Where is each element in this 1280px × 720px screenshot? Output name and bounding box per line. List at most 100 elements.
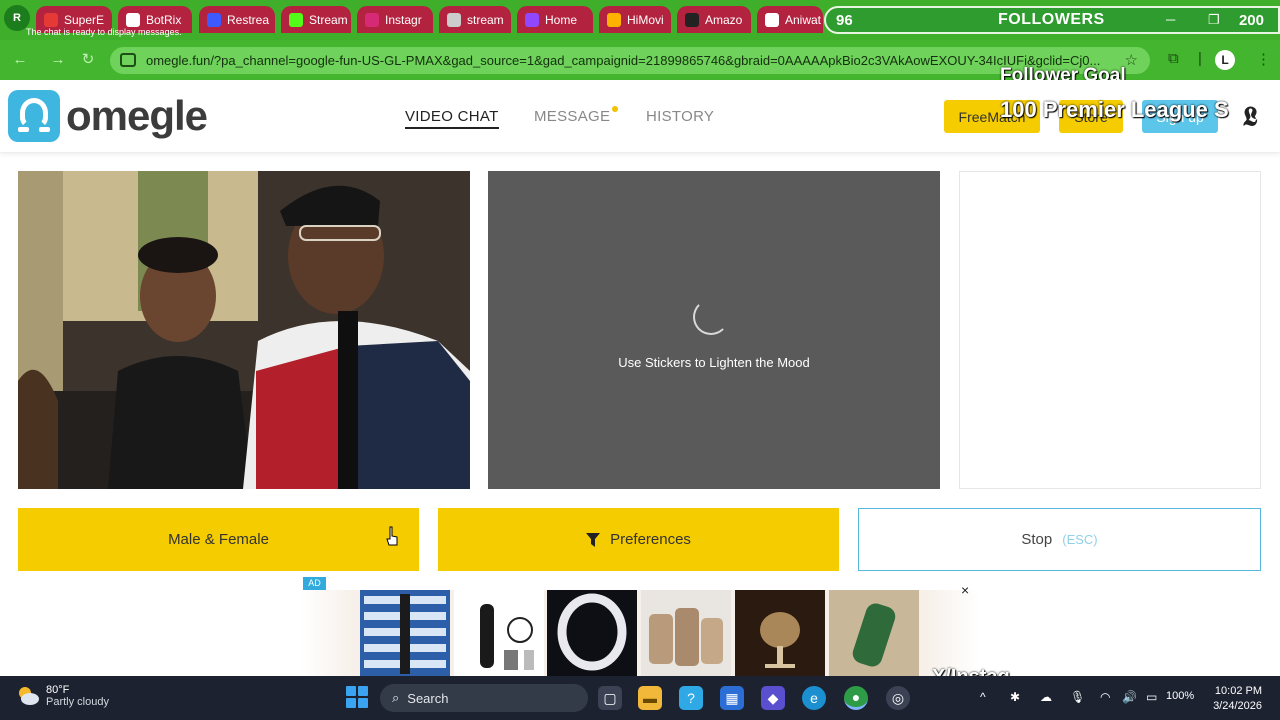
omega-logo-icon <box>8 90 60 142</box>
nav-history[interactable]: HISTORY <box>646 108 714 125</box>
ad-product-trimmer[interactable] <box>454 590 544 676</box>
user-menu-icon[interactable]: 𝕷 <box>1243 102 1258 133</box>
browser-tab[interactable]: Stream <box>281 6 351 33</box>
taskbar-search[interactable]: ⌕ Search <box>380 684 588 712</box>
tray-cloud-icon[interactable]: ☁ <box>1040 690 1052 704</box>
file-explorer-icon[interactable]: ▬ <box>638 686 662 710</box>
url-text: omegle.fun/?pa_channel=google-fun-US-GL-… <box>146 53 1101 68</box>
browser-tab-label: Amazo <box>705 12 743 27</box>
chrome-icon[interactable]: ● <box>844 686 868 710</box>
browser-tab[interactable]: Amazo <box>677 6 751 33</box>
bookmark-star-icon[interactable]: ☆ <box>1125 51 1138 69</box>
weather-widget[interactable]: 80°F Partly cloudy <box>16 684 109 708</box>
tray-app-icon[interactable]: ✱ <box>1010 690 1020 704</box>
help-icon[interactable]: ? <box>679 686 703 710</box>
kick-icon <box>289 12 303 27</box>
instagram-icon <box>365 12 379 27</box>
browser-tab[interactable]: Instagr <box>357 6 433 33</box>
obs-icon[interactable]: ◎ <box>886 686 910 710</box>
browser-tab-label: BotRix <box>146 12 182 27</box>
browser-tab-label: HiMovi <box>627 12 664 27</box>
ad-product-lighter[interactable] <box>829 590 919 676</box>
youtube-icon <box>44 12 58 27</box>
browser-tab-label: Aniwat <box>785 12 822 27</box>
microphone-icon[interactable]: 🎙 <box>1070 690 1085 704</box>
amazon-icon <box>685 12 699 27</box>
battery-percent: 100% <box>1166 690 1195 702</box>
browser-tab-label: stream <box>467 12 504 27</box>
ad-product-razors[interactable] <box>360 590 450 676</box>
browser-tab[interactable]: Restrea <box>199 6 275 33</box>
reload-icon[interactable]: ↻ <box>78 50 98 70</box>
browser-tab[interactable]: Aniwat <box>757 6 823 33</box>
ad-product-chain[interactable] <box>547 590 637 676</box>
mouse-pointer-icon <box>386 526 398 546</box>
followers-current-count: 96 <box>836 11 853 29</box>
restream-icon <box>207 12 221 27</box>
stop-button[interactable]: Stop (ESC) <box>858 508 1261 571</box>
taskbar-clock[interactable]: 10:02 PM 3/24/2026 <box>1198 684 1262 714</box>
logo-wordmark: omegle <box>66 92 208 139</box>
preferences-label: Preferences <box>610 531 691 548</box>
clock-date: 3/24/2026 <box>1213 700 1262 712</box>
restore-icon[interactable]: ❐ <box>1208 12 1220 28</box>
omegle-logo[interactable]: omegle <box>8 90 208 142</box>
extensions-icon[interactable]: ⧉ <box>1168 50 1179 67</box>
gender-filter-button[interactable]: Male & Female <box>18 508 419 571</box>
menu-kebab-icon[interactable]: ⋮ <box>1256 50 1271 68</box>
toolbar-divider: | <box>1198 50 1202 67</box>
tray-overflow-icon[interactable]: ^ <box>980 690 986 704</box>
browser-tab-label: Home <box>545 12 578 27</box>
browser-tab-label: Instagr <box>385 12 422 27</box>
windows-start-icon[interactable] <box>346 686 368 708</box>
partly-cloudy-icon <box>16 684 40 708</box>
browser-tab-label: SuperE <box>64 12 105 27</box>
ad-close-icon[interactable]: × <box>961 582 969 598</box>
site-info-icon[interactable] <box>120 53 136 67</box>
battery-icon[interactable]: ▭ <box>1146 690 1157 704</box>
aniwatch-icon <box>765 12 779 27</box>
browser-tab[interactable]: Home <box>517 6 593 33</box>
browser-tab-strip: R SuperE BotRix Restrea Stream Instagr stream… <box>0 0 1280 40</box>
sticker-hint-text: Use Stickers to Lighten the Mood <box>618 355 810 370</box>
message-notification-dot <box>612 106 618 112</box>
chat-side-panel <box>959 171 1261 489</box>
botrix-icon <box>126 12 140 27</box>
loading-spinner-icon <box>693 299 729 335</box>
self-camera-feed <box>18 171 470 489</box>
twitch-icon <box>525 12 539 27</box>
forward-arrow-icon[interactable]: → <box>48 50 68 70</box>
nav-message[interactable]: MESSAGE <box>534 108 610 125</box>
browser-tab[interactable]: stream <box>439 6 511 33</box>
ad-product-jars[interactable] <box>641 590 731 676</box>
play-icon <box>607 12 621 27</box>
chat-overlay-note: The chat is ready to display messages. <box>26 27 182 37</box>
address-bar[interactable]: omegle.fun/?pa_channel=google-fun-US-GL-… <box>110 47 1150 74</box>
profile-avatar-icon[interactable]: L <box>1215 50 1235 70</box>
back-arrow-icon[interactable]: ← <box>10 50 30 70</box>
followers-label: FOLLOWERS <box>998 11 1105 28</box>
ad-product-glass[interactable] <box>735 590 825 676</box>
volume-icon[interactable]: 🔊 <box>1122 690 1137 704</box>
browser-tab[interactable]: HiMovi <box>599 6 671 33</box>
preferences-button[interactable]: Preferences <box>438 508 839 571</box>
browser-tab-label: Stream <box>309 12 348 27</box>
wifi-icon[interactable]: ◠ <box>1100 690 1110 704</box>
edge-icon[interactable]: e <box>802 686 826 710</box>
clock-time: 10:02 PM <box>1214 685 1262 697</box>
copilot-icon[interactable]: ◆ <box>761 686 785 710</box>
store-icon[interactable]: ▦ <box>720 686 744 710</box>
stranger-video-pane: Use Stickers to Lighten the Mood <box>488 171 940 489</box>
search-label: Search <box>407 690 449 706</box>
task-view-icon[interactable]: ▢ <box>598 686 622 710</box>
nav-video-chat[interactable]: VIDEO CHAT <box>405 108 499 129</box>
windows-taskbar: 80°F Partly cloudy ⌕ Search ▢ ▬ ? ▦ ◆ e … <box>0 676 1280 720</box>
minimize-icon[interactable]: ─ <box>1166 12 1175 27</box>
stop-label: Stop <box>1021 531 1053 548</box>
ad-badge: AD <box>303 577 326 590</box>
browser-tab-label: Restrea <box>227 12 270 27</box>
followers-goal-count: 200 <box>1238 11 1264 29</box>
gender-filter-label: Male & Female <box>168 531 269 548</box>
premier-league-overlay: 100 Premier League S <box>1000 97 1229 122</box>
stop-shortcut-hint: (ESC) <box>1062 532 1098 547</box>
